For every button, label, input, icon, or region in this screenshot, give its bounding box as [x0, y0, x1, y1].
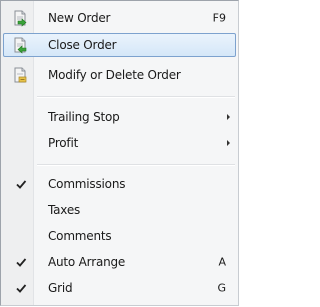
submenu-arrow-icon [227, 114, 230, 120]
menu-item-new-order[interactable]: New Order F9 [3, 6, 236, 30]
menu-item-label: Close Order [48, 38, 117, 52]
shortcut-label: G [217, 281, 226, 295]
menu-item-modify-delete-order[interactable]: Modify or Delete Order [3, 63, 236, 87]
menu-separator [37, 96, 235, 98]
menu-item-label: Profit [48, 136, 79, 150]
checkmark-icon [16, 284, 27, 293]
menu-item-commissions[interactable]: Commissions [3, 172, 236, 196]
menu-item-close-order[interactable]: Close Order [3, 33, 236, 57]
menu-item-label: Grid [48, 281, 73, 295]
menu-item-label: Comments [48, 229, 112, 243]
menu-item-label: Commissions [48, 177, 126, 191]
menu-item-label: Modify or Delete Order [48, 68, 181, 82]
menu-item-grid[interactable]: Grid G [3, 276, 236, 300]
context-menu: New Order F9 Close Order Modify or Delet… [0, 0, 239, 306]
modify-order-icon [14, 67, 27, 83]
shortcut-label: F9 [212, 11, 226, 25]
menu-item-auto-arrange[interactable]: Auto Arrange A [3, 250, 236, 274]
menu-item-label: Trailing Stop [48, 110, 120, 124]
menu-item-trailing-stop[interactable]: Trailing Stop [3, 105, 236, 129]
menu-item-label: Taxes [48, 203, 81, 217]
shortcut-label: A [218, 255, 226, 269]
new-order-icon [14, 10, 27, 27]
close-order-icon [14, 37, 27, 54]
menu-item-label: New Order [48, 11, 111, 25]
menu-separator [37, 164, 235, 166]
menu-item-comments[interactable]: Comments [3, 224, 236, 248]
menu-item-profit[interactable]: Profit [3, 131, 236, 155]
checkmark-icon [16, 180, 27, 189]
checkmark-icon [16, 258, 27, 267]
menu-item-taxes[interactable]: Taxes [3, 198, 236, 222]
submenu-arrow-icon [227, 140, 230, 146]
menu-item-label: Auto Arrange [48, 255, 126, 269]
